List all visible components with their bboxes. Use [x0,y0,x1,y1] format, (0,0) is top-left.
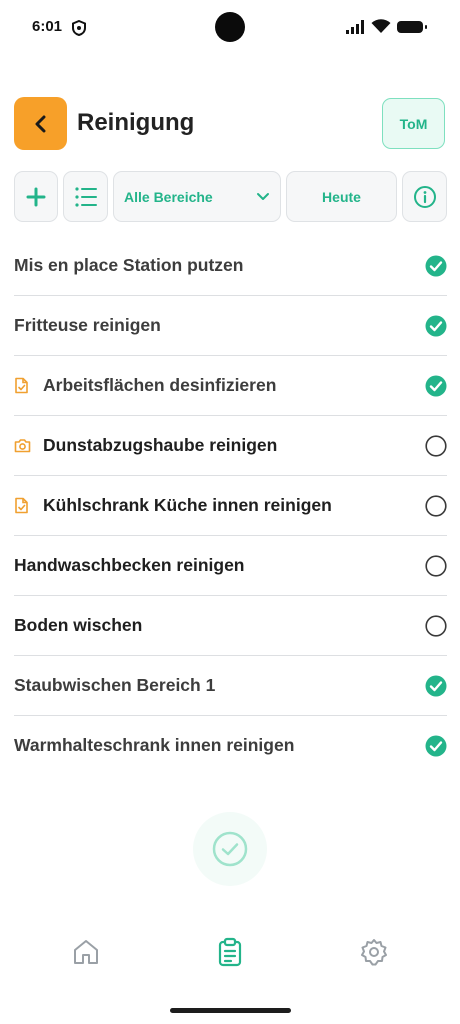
task-list: Mis en place Station putzen Fritteuse rei… [14,236,447,775]
check-circle-filled-icon[interactable] [425,255,447,277]
task-row[interactable]: Mis en place Station putzen [14,236,447,296]
wifi-icon [371,19,391,33]
checklist-doc-icon [14,497,32,515]
nav-home[interactable] [71,937,101,967]
area-filter-label: Alle Bereiche [124,188,213,205]
empty-circle-icon[interactable] [425,434,447,457]
nav-settings[interactable] [359,937,389,967]
task-row[interactable]: Handwaschbecken reinigen [14,536,447,596]
clipboard-icon [218,937,242,967]
page-title: Reinigung [77,109,195,136]
status-bar: 6:01 [0,0,460,58]
empty-circle-icon[interactable] [425,494,447,517]
nav-tasks[interactable] [215,937,245,967]
chevron-down-icon [257,192,269,200]
task-label: Boden wischen [14,615,143,635]
shield-icon [72,20,86,36]
task-label: Warmhalteschrank innen reinigen [14,735,295,755]
plus-icon [26,187,46,206]
camera-icon [14,437,32,455]
task-row[interactable]: Dunstabzugshaube reinigen [14,416,447,476]
date-filter-button[interactable]: Heute [286,171,397,222]
task-row[interactable]: Kühlschrank Küche innen reinigen [14,476,447,536]
info-icon [413,185,436,208]
back-button[interactable] [14,97,67,150]
task-label: Arbeitsflächen desinfizieren [43,375,277,395]
add-task-button[interactable] [14,171,58,222]
complete-fab[interactable] [193,812,267,886]
task-label: Dunstabzugshaube reinigen [43,435,278,455]
home-icon [74,940,98,964]
task-row[interactable]: Arbeitsflächen desinfizieren [14,356,447,416]
empty-circle-icon[interactable] [425,614,447,637]
task-label: Fritteuse reinigen [14,315,161,335]
check-circle-filled-icon[interactable] [425,375,447,397]
task-row[interactable]: Boden wischen [14,596,447,656]
status-time: 6:01 [32,18,63,35]
task-label: Mis en place Station putzen [14,255,244,275]
checklist-doc-icon [14,377,32,395]
area-filter-select[interactable]: Alle Bereiche [113,171,281,222]
check-circle-filled-icon[interactable] [425,315,447,337]
check-circle-filled-icon[interactable] [425,735,447,757]
gear-icon [361,939,387,966]
check-circle-filled-icon[interactable] [425,675,447,697]
empty-circle-icon[interactable] [425,554,447,577]
list-view-button[interactable] [63,171,108,222]
task-row[interactable]: Warmhalteschrank innen reinigen [14,716,447,775]
signal-icon [346,20,364,34]
task-label: Kühlschrank Küche innen reinigen [43,495,332,515]
user-button[interactable]: ToM [382,98,445,149]
task-row[interactable]: Staubwischen Bereich 1 [14,656,447,716]
home-indicator[interactable] [170,1008,291,1013]
list-icon [74,186,97,207]
task-label: Staubwischen Bereich 1 [14,675,216,695]
battery-icon [397,21,427,33]
chevron-left-icon [35,115,45,132]
info-button[interactable] [402,171,447,222]
phone-screen: 6:01 Reinigung ToM Alle Bereiche Heute M… [0,0,460,1024]
camera-notch [215,12,245,42]
task-label: Handwaschbecken reinigen [14,555,245,575]
task-row[interactable]: Fritteuse reinigen [14,296,447,356]
check-circle-icon [212,831,248,867]
